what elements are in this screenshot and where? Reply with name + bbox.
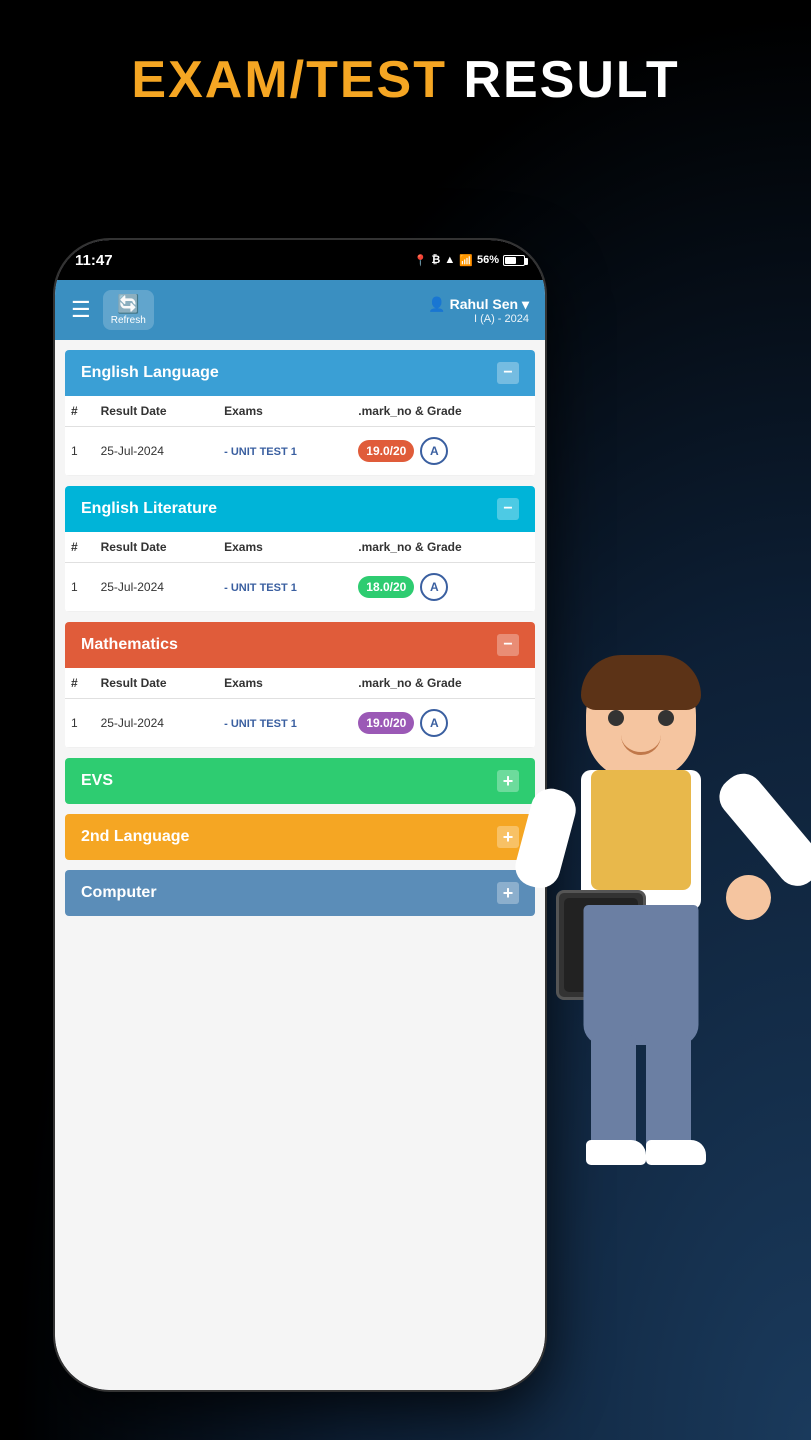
character-leg-left: [591, 1035, 636, 1155]
table-row: 1 25-Jul-2024 - UNIT TEST 1 18.0/20 A: [65, 563, 535, 612]
collapse-btn-mathematics[interactable]: −: [497, 634, 519, 656]
col-num: #: [65, 396, 95, 427]
col-exams: Exams: [218, 668, 352, 699]
row-date: 25-Jul-2024: [95, 699, 219, 748]
header-left: ☰ 🔄 Refresh: [71, 290, 154, 330]
subject-section-computer: Computer +: [65, 870, 535, 916]
row-mark-grade: 19.0/20 A: [352, 427, 535, 476]
character-torso: [581, 770, 701, 910]
subject-name-english-literature: English Literature: [81, 500, 217, 518]
row-exam: - UNIT TEST 1: [218, 427, 352, 476]
row-date: 25-Jul-2024: [95, 427, 219, 476]
refresh-label: Refresh: [111, 315, 146, 326]
col-num: #: [65, 532, 95, 563]
status-bar: 11:47 📍 ₿ ▲ 📶 56%: [55, 240, 545, 280]
title-white: RESULT: [463, 51, 679, 109]
collapse-btn-english-language[interactable]: −: [497, 362, 519, 384]
col-date: Result Date: [95, 532, 219, 563]
character-body: [501, 660, 781, 1240]
subject-header-evs[interactable]: EVS +: [65, 758, 535, 804]
page-title: EXAM/TEST RESULT: [0, 50, 811, 110]
phone-frame: 11:47 📍 ₿ ▲ 📶 56% ☰ 🔄 Refresh: [55, 240, 545, 1390]
col-exams: Exams: [218, 532, 352, 563]
refresh-icon: 🔄: [111, 294, 146, 315]
subject-section-english-literature: English Literature − # Result Date Exams…: [65, 486, 535, 612]
character-vest: [591, 770, 691, 890]
character-arm-left: [511, 784, 580, 892]
status-time: 11:47: [75, 252, 113, 269]
row-num: 1: [65, 563, 95, 612]
subject-section-mathematics: Mathematics − # Result Date Exams .mark_…: [65, 622, 535, 748]
grade-circle: A: [420, 573, 448, 601]
character-eye-right: [658, 710, 674, 726]
character-illustration: [501, 660, 781, 1240]
subject-section-evs: EVS +: [65, 758, 535, 804]
col-num: #: [65, 668, 95, 699]
mark-badge: 19.0/20 A: [358, 437, 448, 465]
header-right: 👤 Rahul Sen ▾ I (A) - 2024: [428, 296, 529, 325]
title-orange: EXAM/TEST: [131, 51, 447, 109]
user-name: 👤 Rahul Sen ▾: [428, 296, 529, 313]
row-num: 1: [65, 699, 95, 748]
phone-screen: 11:47 📍 ₿ ▲ 📶 56% ☰ 🔄 Refresh: [55, 240, 545, 1390]
subject-name-computer: Computer: [81, 884, 157, 902]
collapse-btn-english-literature[interactable]: −: [497, 498, 519, 520]
location-icon: 📍: [414, 254, 428, 267]
subject-header-english-language[interactable]: English Language −: [65, 350, 535, 396]
bluetooth-icon: ₿: [431, 254, 440, 266]
character-pants: [584, 905, 699, 1045]
row-date: 25-Jul-2024: [95, 563, 219, 612]
status-icons: 📍 ₿ ▲ 📶 56%: [414, 254, 525, 267]
table-row: 1 25-Jul-2024 - UNIT TEST 1 19.0/20 A: [65, 427, 535, 476]
grade-circle: A: [420, 709, 448, 737]
subject-name-2nd-language: 2nd Language: [81, 828, 189, 846]
mark-badge: 18.0/20 A: [358, 573, 448, 601]
battery-percent: 56%: [477, 254, 499, 266]
subject-name-english-language: English Language: [81, 364, 219, 382]
mark-pill: 18.0/20: [358, 576, 414, 598]
subject-header-computer[interactable]: Computer +: [65, 870, 535, 916]
app-header: ☰ 🔄 Refresh 👤 Rahul Sen ▾ I (A) - 2024: [55, 280, 545, 340]
row-exam: - UNIT TEST 1: [218, 699, 352, 748]
mark-badge: 19.0/20 A: [358, 709, 448, 737]
col-date: Result Date: [95, 396, 219, 427]
col-date: Result Date: [95, 668, 219, 699]
result-table-english-literature: # Result Date Exams .mark_no & Grade 1 2…: [65, 532, 535, 612]
col-exams: Exams: [218, 396, 352, 427]
character-head: [586, 660, 696, 780]
subject-header-mathematics[interactable]: Mathematics −: [65, 622, 535, 668]
subject-header-english-literature[interactable]: English Literature −: [65, 486, 535, 532]
character-hand-right: [726, 875, 771, 920]
character-shoe-right: [646, 1140, 706, 1165]
character-hair: [581, 655, 701, 710]
table-row: 1 25-Jul-2024 - UNIT TEST 1 19.0/20 A: [65, 699, 535, 748]
mark-pill: 19.0/20: [358, 440, 414, 462]
app-content[interactable]: English Language − # Result Date Exams .…: [55, 340, 545, 1390]
col-mark-grade: .mark_no & Grade: [352, 532, 535, 563]
col-mark-grade: .mark_no & Grade: [352, 396, 535, 427]
subject-header-2nd-language[interactable]: 2nd Language +: [65, 814, 535, 860]
row-mark-grade: 18.0/20 A: [352, 563, 535, 612]
subject-section-english-language: English Language − # Result Date Exams .…: [65, 350, 535, 476]
user-class: I (A) - 2024: [428, 313, 529, 325]
grade-circle: A: [420, 437, 448, 465]
character-leg-right: [646, 1035, 691, 1155]
subject-name-evs: EVS: [81, 772, 113, 790]
result-table-english-language: # Result Date Exams .mark_no & Grade 1 2…: [65, 396, 535, 476]
signal-icon: 📶: [459, 254, 473, 267]
battery-icon: [503, 255, 525, 266]
menu-button[interactable]: ☰: [71, 297, 91, 323]
row-num: 1: [65, 427, 95, 476]
subject-section-2nd-language: 2nd Language +: [65, 814, 535, 860]
result-table-mathematics: # Result Date Exams .mark_no & Grade 1 2…: [65, 668, 535, 748]
subject-name-mathematics: Mathematics: [81, 636, 178, 654]
character-shoe-left: [586, 1140, 646, 1165]
refresh-button[interactable]: 🔄 Refresh: [103, 290, 154, 330]
mark-pill: 19.0/20: [358, 712, 414, 734]
character-smile: [621, 735, 661, 755]
character-eye-left: [608, 710, 624, 726]
row-exam: - UNIT TEST 1: [218, 563, 352, 612]
wifi-icon: ▲: [444, 254, 455, 266]
